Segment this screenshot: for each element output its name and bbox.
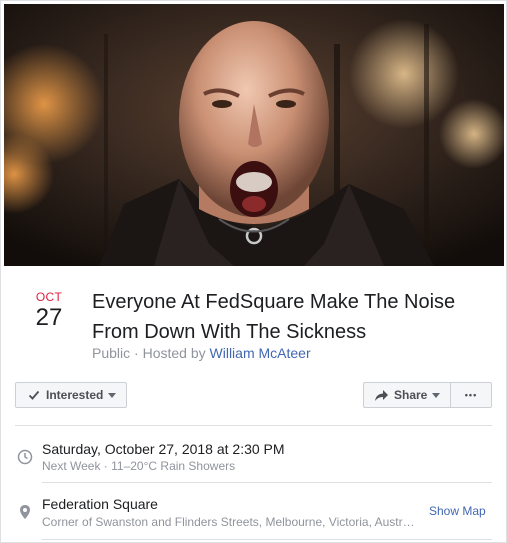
chevron-down-icon (108, 392, 117, 398)
host-link[interactable]: William McAteer (210, 345, 311, 361)
event-day: 27 (35, 304, 63, 331)
event-visibility: Public (92, 345, 131, 361)
cover-image (4, 4, 504, 266)
event-cover-photo[interactable] (4, 4, 504, 266)
event-card: OCT 27 Everyone At FedSquare Make The No… (0, 0, 507, 543)
divider (15, 425, 492, 426)
show-map-link[interactable]: Show Map (429, 504, 486, 518)
interested-button[interactable]: Interested (15, 382, 127, 408)
hosted-by-prefix: · Hosted by (134, 345, 206, 361)
event-date-badge: OCT 27 (29, 290, 69, 332)
divider (42, 482, 492, 483)
divider (42, 539, 492, 540)
location-address: Corner of Swanston and Flinders Streets,… (42, 515, 415, 529)
location-name[interactable]: Federation Square (42, 496, 158, 512)
share-arrow-icon (375, 389, 388, 401)
event-datetime-sub: Next Week · 11–20°C Rain Showers (42, 459, 236, 473)
more-options-button[interactable]: ••• (450, 382, 492, 408)
event-month: OCT (35, 290, 63, 304)
clock-icon (17, 449, 33, 465)
event-title: Everyone At FedSquare Make The Noise Fro… (92, 291, 456, 343)
event-datetime[interactable]: Saturday, October 27, 2018 at 2:30 PM (42, 441, 285, 457)
checkmark-icon (28, 390, 40, 400)
chevron-down-icon (432, 392, 441, 398)
share-label: Share (394, 388, 428, 402)
event-meta: Public · Hosted by William McAteer (92, 345, 311, 361)
interested-label: Interested (46, 388, 104, 402)
location-pin-icon (20, 505, 30, 519)
share-button[interactable]: Share (363, 382, 451, 408)
more-dots-icon: ••• (464, 390, 478, 400)
